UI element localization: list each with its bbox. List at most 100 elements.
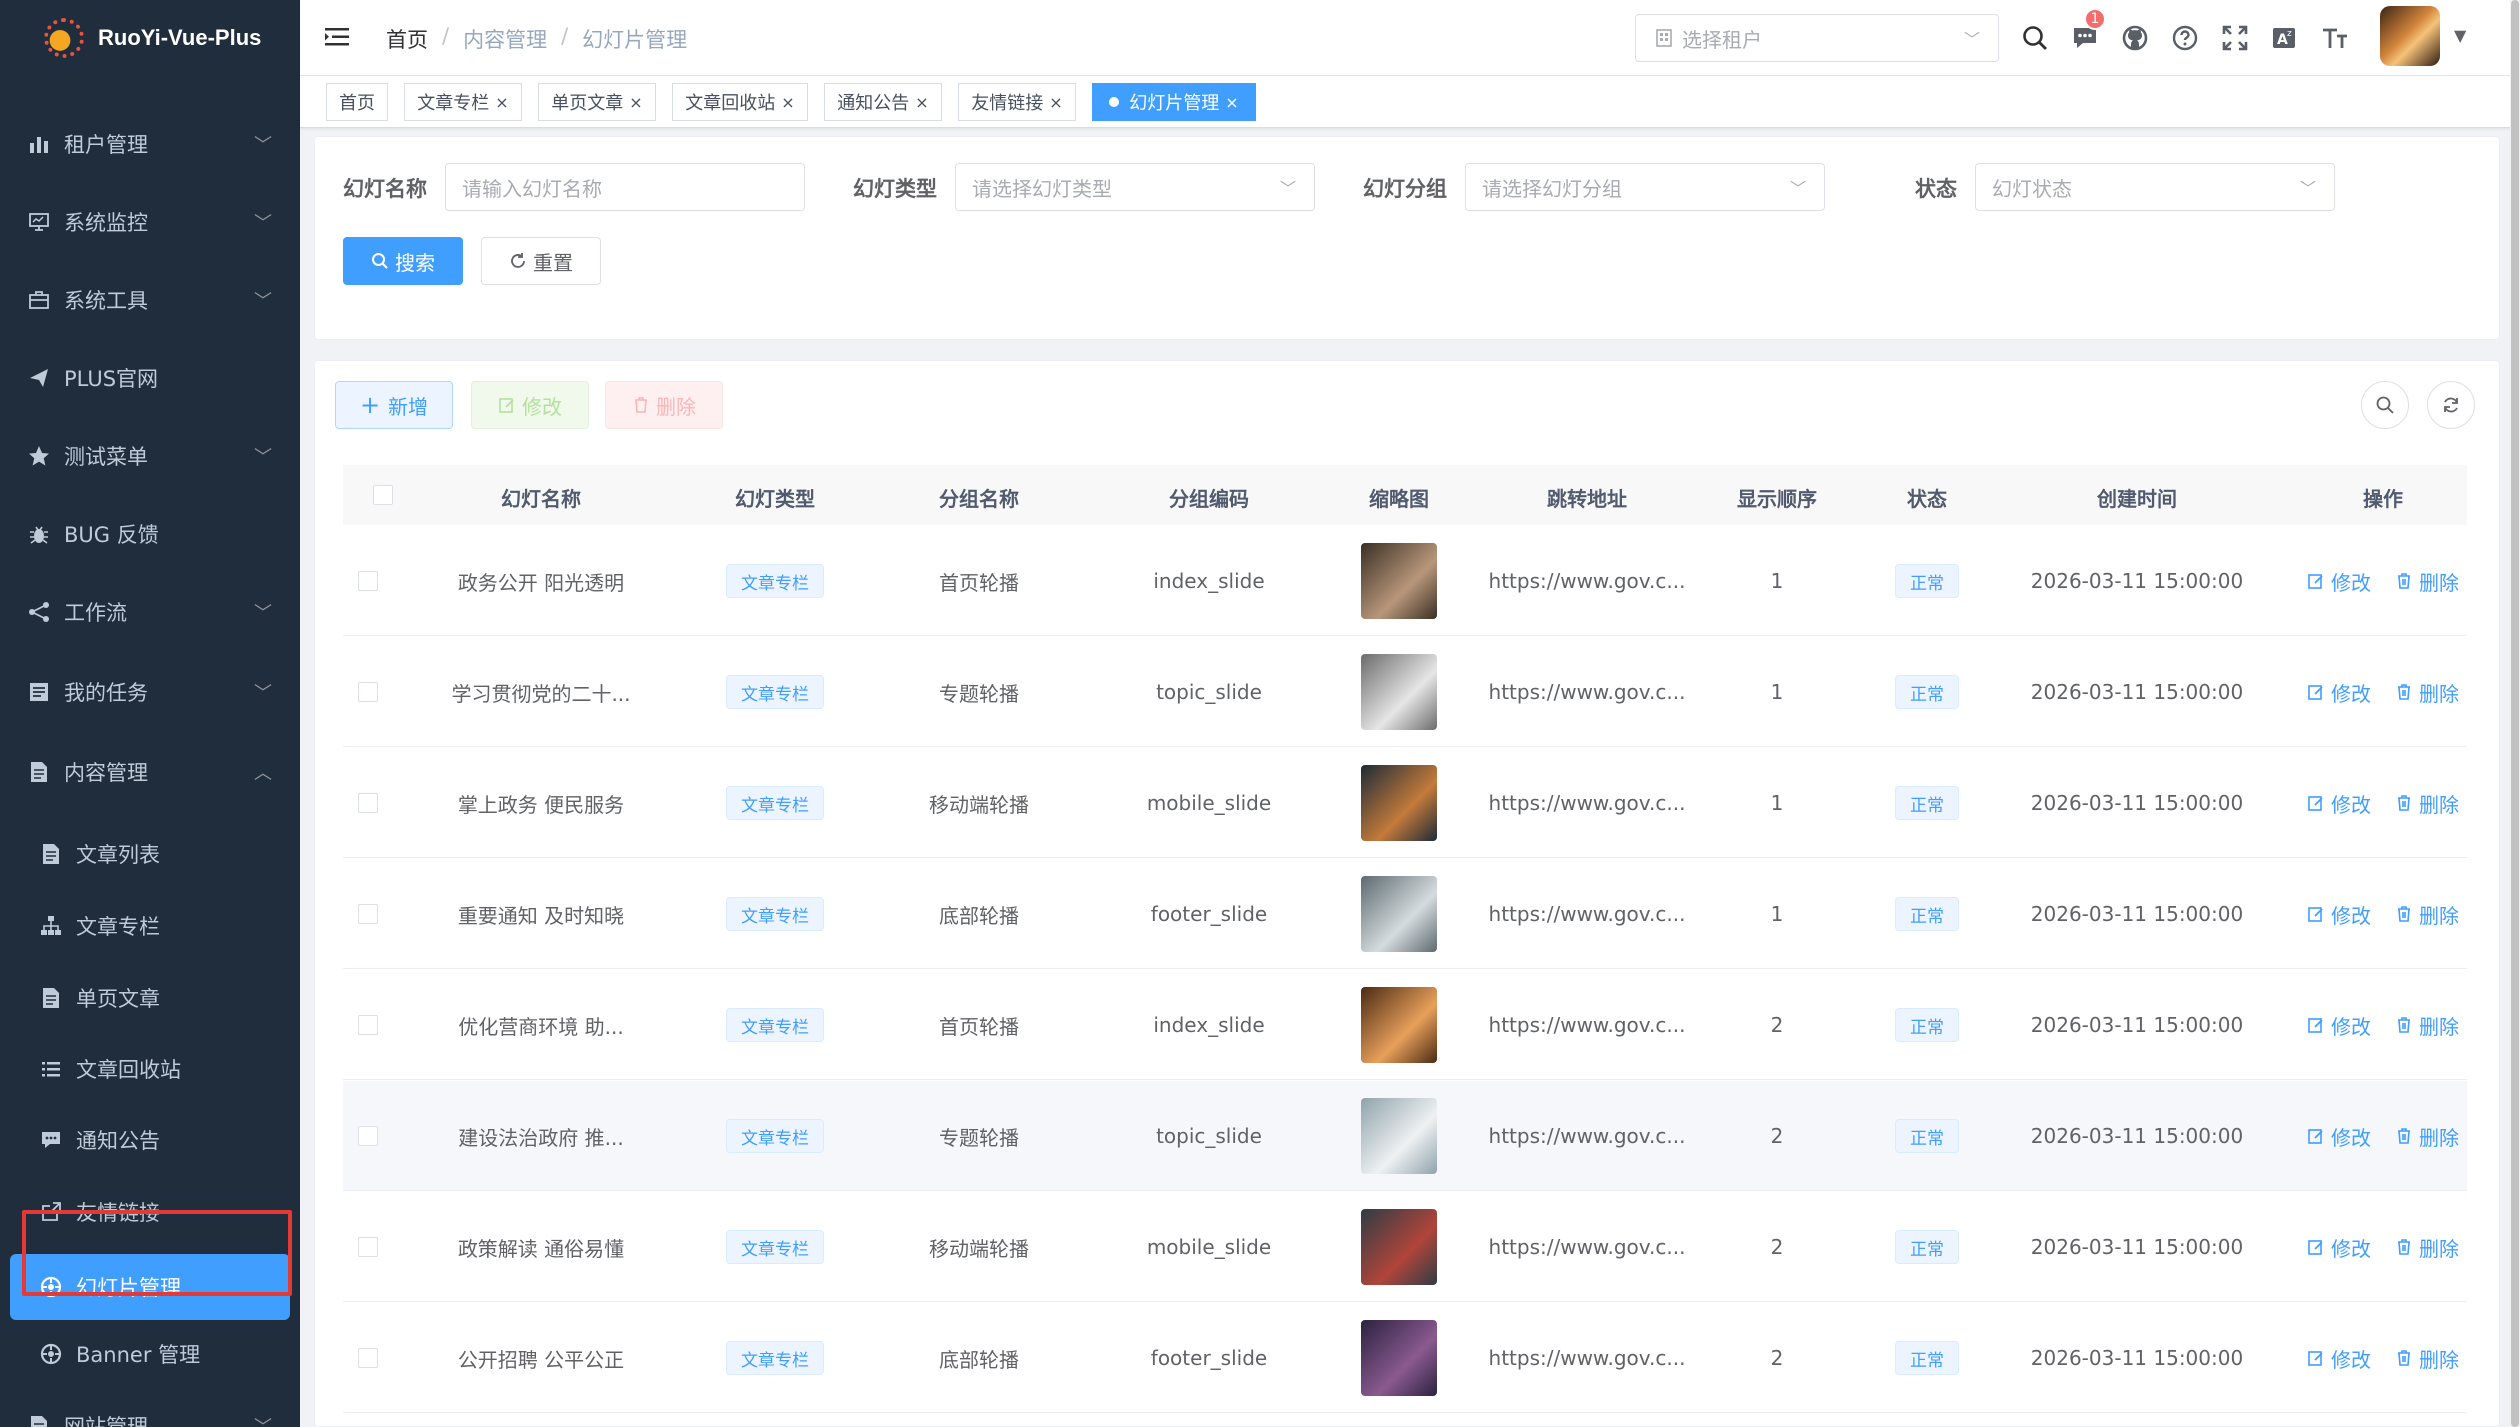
thumbnail-image[interactable] bbox=[1361, 987, 1437, 1063]
row-delete-button[interactable]: 删除 bbox=[2395, 1122, 2459, 1151]
sidebar-item-11[interactable]: 文章专栏 bbox=[0, 898, 300, 954]
row-checkbox[interactable] bbox=[358, 1348, 378, 1368]
status-select[interactable]: 幻灯状态 ﹀ bbox=[1975, 163, 2335, 211]
row-delete-button[interactable]: 删除 bbox=[2395, 789, 2459, 818]
table-row[interactable]: 建设法治政府 推... 文章专栏 专题轮播 topic_slide https://ww… bbox=[343, 1081, 2467, 1191]
sidebar-item-7[interactable]: 工作流 ﹀ bbox=[0, 584, 300, 640]
tag-3[interactable]: 单页文章 × bbox=[538, 83, 656, 121]
row-edit-button[interactable]: 修改 bbox=[2307, 1011, 2371, 1040]
toggle-search-button[interactable] bbox=[2361, 381, 2409, 429]
row-checkbox[interactable] bbox=[358, 793, 378, 813]
close-icon[interactable]: × bbox=[781, 93, 794, 112]
table-row[interactable]: 优化营商环境 助... 文章专栏 首页轮播 index_slide https://ww… bbox=[343, 970, 2467, 1080]
cell-group: 首页轮播 bbox=[939, 570, 1019, 595]
breadcrumb-home[interactable]: 首页 bbox=[386, 24, 428, 54]
sidebar-item-16[interactable]: 幻灯片管理 bbox=[10, 1254, 290, 1320]
row-edit-button[interactable]: 修改 bbox=[2307, 567, 2371, 596]
thumbnail-image[interactable] bbox=[1361, 1098, 1437, 1174]
table-row[interactable]: 政策解读 通俗易懂 文章专栏 移动端轮播 mobile_slide https://ww… bbox=[343, 1192, 2467, 1302]
help-icon[interactable] bbox=[2160, 14, 2210, 62]
row-edit-button[interactable]: 修改 bbox=[2307, 900, 2371, 929]
close-icon[interactable]: × bbox=[1049, 93, 1062, 112]
thumbnail-image[interactable] bbox=[1361, 1320, 1437, 1396]
cell-group: 专题轮播 bbox=[939, 681, 1019, 706]
row-checkbox[interactable] bbox=[358, 1126, 378, 1146]
caret-down-icon[interactable]: ▼ bbox=[2454, 26, 2466, 45]
add-button[interactable]: + 新增 bbox=[335, 381, 453, 429]
close-icon[interactable]: × bbox=[495, 93, 508, 112]
row-delete-button[interactable]: 删除 bbox=[2395, 567, 2459, 596]
sidebar-item-10[interactable]: 文章列表 bbox=[0, 826, 300, 882]
name-input[interactable]: 请输入幻灯名称 bbox=[445, 163, 805, 211]
message-icon[interactable]: 1 bbox=[2060, 8, 2110, 62]
row-delete-button[interactable]: 删除 bbox=[2395, 1344, 2459, 1373]
sidebar-item-3[interactable]: 系统工具 ﹀ bbox=[0, 272, 300, 328]
tag-5[interactable]: 通知公告 × bbox=[824, 83, 942, 121]
close-icon[interactable]: × bbox=[1225, 93, 1238, 112]
tag-1[interactable]: 首页 bbox=[326, 83, 388, 121]
thumbnail-image[interactable] bbox=[1361, 876, 1437, 952]
sidebar-item-6[interactable]: BUG 反馈 bbox=[0, 506, 300, 562]
thumbnail-image[interactable] bbox=[1361, 654, 1437, 730]
table-row[interactable]: 重要通知 及时知晓 文章专栏 底部轮播 footer_slide https://www… bbox=[343, 859, 2467, 969]
row-edit-button[interactable]: 修改 bbox=[2307, 1122, 2371, 1151]
sidebar-item-2[interactable]: 系统监控 ﹀ bbox=[0, 194, 300, 250]
table-row[interactable]: 政务公开 阳光透明 文章专栏 首页轮播 index_slide https://www.… bbox=[343, 526, 2467, 636]
sidebar-item-1[interactable]: 租户管理 ﹀ bbox=[0, 116, 300, 172]
close-icon[interactable]: × bbox=[629, 93, 642, 112]
hamburger-icon[interactable] bbox=[324, 24, 350, 50]
sidebar-item-5[interactable]: 测试菜单 ﹀ bbox=[0, 428, 300, 484]
user-avatar[interactable] bbox=[2380, 6, 2440, 66]
row-checkbox[interactable] bbox=[358, 904, 378, 924]
row-checkbox[interactable] bbox=[358, 571, 378, 591]
sidebar-item-8[interactable]: 我的任务 ﹀ bbox=[0, 664, 300, 720]
sidebar-item-9[interactable]: 内容管理 ︿ bbox=[0, 744, 300, 800]
page-scrollbar[interactable] bbox=[2510, 0, 2520, 1427]
search-button[interactable]: 搜索 bbox=[343, 237, 463, 285]
table-row[interactable]: 掌上政务 便民服务 文章专栏 移动端轮播 mobile_slide https://ww… bbox=[343, 748, 2467, 858]
language-icon[interactable]: Az bbox=[2260, 14, 2310, 62]
fullscreen-icon[interactable] bbox=[2210, 14, 2260, 62]
tag-4[interactable]: 文章回收站 × bbox=[672, 83, 808, 121]
row-edit-button[interactable]: 修改 bbox=[2307, 678, 2371, 707]
table-row[interactable]: 公开招聘 公平公正 文章专栏 底部轮播 footer_slide https://www… bbox=[343, 1303, 2467, 1413]
thumbnail-image[interactable] bbox=[1361, 1209, 1437, 1285]
close-icon[interactable]: × bbox=[915, 93, 928, 112]
tag-2[interactable]: 文章专栏 × bbox=[404, 83, 522, 121]
row-delete-button[interactable]: 删除 bbox=[2395, 678, 2459, 707]
sidebar-item-4[interactable]: PLUS官网 bbox=[0, 350, 300, 406]
scrollbar-thumb[interactable] bbox=[2511, 0, 2519, 1427]
row-checkbox[interactable] bbox=[358, 1237, 378, 1257]
row-delete-button[interactable]: 删除 bbox=[2395, 900, 2459, 929]
sidebar-item-14[interactable]: 通知公告 bbox=[0, 1112, 300, 1168]
sidebar-item-17[interactable]: Banner 管理 bbox=[0, 1326, 300, 1382]
sidebar-item-12[interactable]: 单页文章 bbox=[0, 970, 300, 1026]
row-edit-button[interactable]: 修改 bbox=[2307, 1233, 2371, 1262]
sidebar-item-13[interactable]: 文章回收站 bbox=[0, 1041, 300, 1097]
row-checkbox[interactable] bbox=[358, 1015, 378, 1035]
type-select[interactable]: 请选择幻灯类型 ﹀ bbox=[955, 163, 1315, 211]
group-select[interactable]: 请选择幻灯分组 ﹀ bbox=[1465, 163, 1825, 211]
row-edit-button[interactable]: 修改 bbox=[2307, 789, 2371, 818]
sidebar-item-18[interactable]: 网站管理 ﹀ bbox=[0, 1398, 300, 1427]
reset-button[interactable]: 重置 bbox=[481, 237, 601, 285]
row-delete-button[interactable]: 删除 bbox=[2395, 1011, 2459, 1040]
thumbnail-image[interactable] bbox=[1361, 765, 1437, 841]
search-icon[interactable] bbox=[2010, 14, 2060, 62]
row-checkbox[interactable] bbox=[358, 682, 378, 702]
font-size-icon[interactable] bbox=[2310, 14, 2360, 62]
select-all-checkbox[interactable] bbox=[373, 485, 393, 505]
thumbnail-image[interactable] bbox=[1361, 543, 1437, 619]
app-logo[interactable]: RuoYi-Vue-Plus bbox=[0, 0, 300, 76]
row-edit-button[interactable]: 修改 bbox=[2307, 1344, 2371, 1373]
tenant-select[interactable]: 选择租户 ﹀ bbox=[1635, 14, 1999, 62]
sidebar-item-15[interactable]: 友情链接 bbox=[0, 1184, 300, 1240]
edit-button[interactable]: 修改 bbox=[471, 381, 589, 429]
github-icon[interactable] bbox=[2110, 14, 2160, 62]
refresh-button[interactable] bbox=[2427, 381, 2475, 429]
tag-6[interactable]: 友情链接 × bbox=[958, 83, 1076, 121]
table-row[interactable]: 学习贯彻党的二十... 文章专栏 专题轮播 topic_slide https://ww… bbox=[343, 637, 2467, 747]
row-delete-button[interactable]: 删除 bbox=[2395, 1233, 2459, 1262]
delete-button[interactable]: 删除 bbox=[605, 381, 723, 429]
tag-7[interactable]: 幻灯片管理 × bbox=[1092, 83, 1256, 121]
